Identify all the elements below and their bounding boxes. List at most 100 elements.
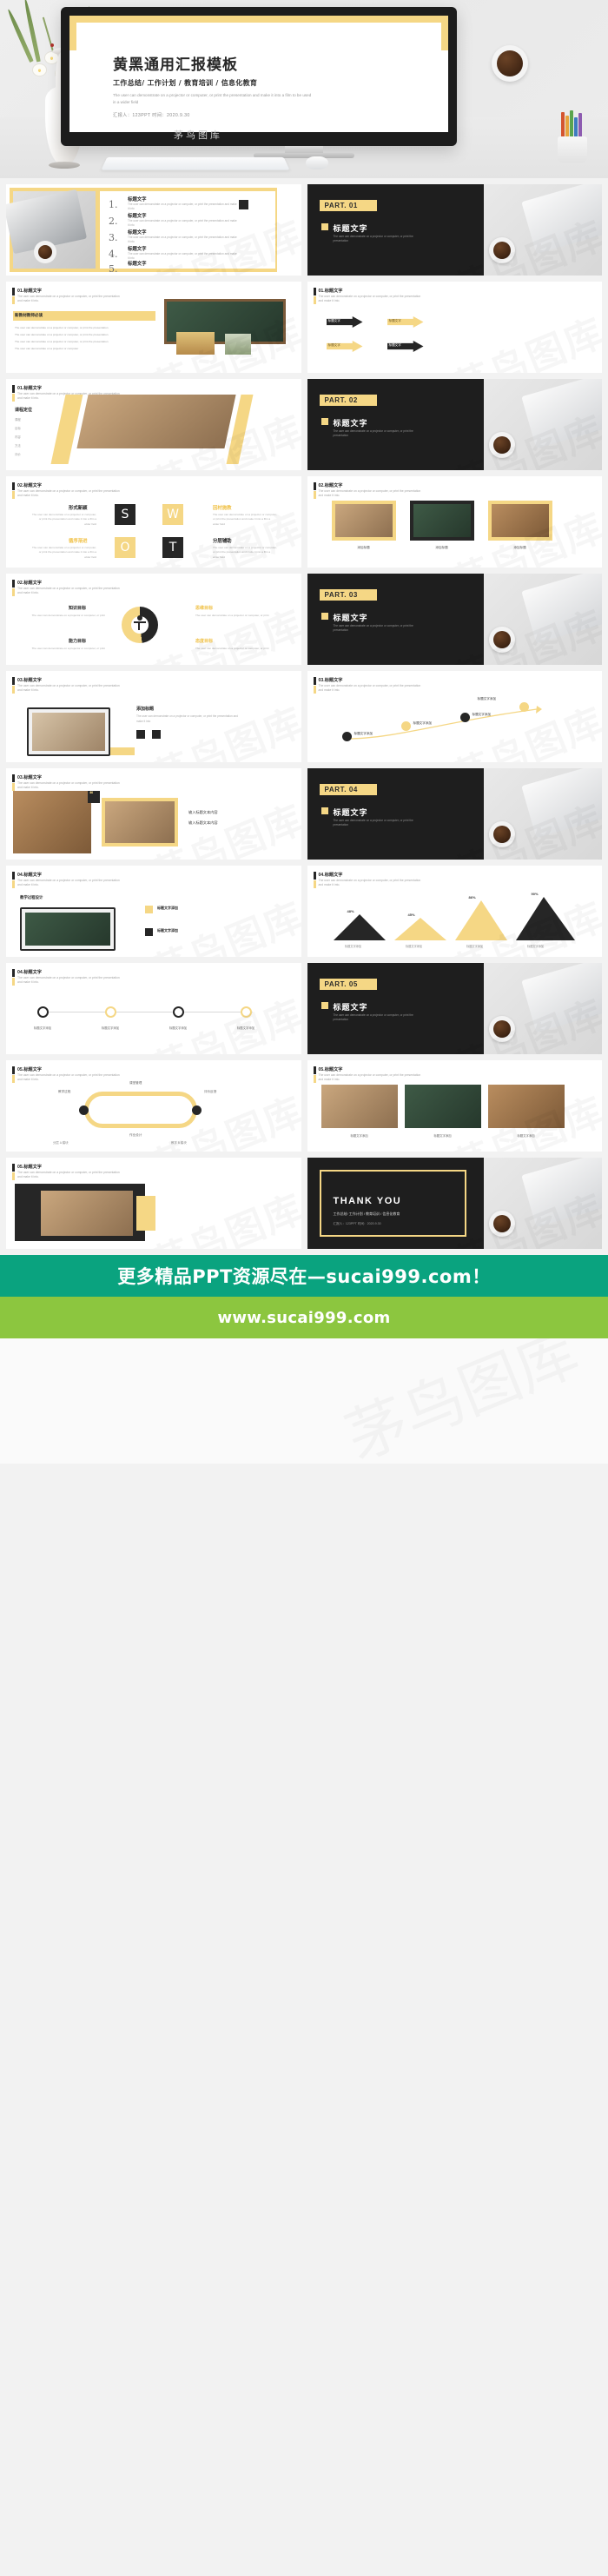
- slide-thumbnail[interactable]: 04.标题文字 The user can demonstrate on a pr…: [6, 866, 301, 957]
- chart-category: 标题文字添加: [344, 945, 362, 948]
- footer-url-banner[interactable]: www.sucai999.com: [0, 1297, 608, 1338]
- cover-subtitle: 工作总结/ 工作计划 / 教育培训 / 信息化教育: [113, 79, 258, 87]
- heading-title: 04.标题文字: [17, 873, 42, 878]
- thanks-meta: 汇报人：123PPT 时间：2020.9.30: [333, 1222, 381, 1225]
- photo-caption: 标题文字添加: [350, 1134, 368, 1138]
- monitor-screen: 黄黑通用汇报模板 工作总结/ 工作计划 / 教育培训 / 信息化教育 The u…: [69, 16, 448, 132]
- row-label: 目标: [15, 427, 21, 430]
- quote-line-1: 输入标题文本内容: [188, 810, 218, 814]
- cover-title: 黄黑通用汇报模板: [113, 56, 238, 74]
- slide-thumbnail[interactable]: 05.标题文字 The user can demonstrate on a pr…: [307, 1060, 602, 1152]
- watermark: 茅鸟图库: [331, 1338, 589, 1464]
- timeline-label: 标题文字添加: [169, 1026, 188, 1030]
- part-desc: The user can demonstrate on a projector …: [333, 819, 413, 827]
- caption: 标题文字添加: [157, 906, 178, 910]
- row-label: 课程: [15, 418, 21, 422]
- watermark: 茅鸟图库: [142, 886, 301, 957]
- slide-thumbnail[interactable]: 01.标题文字 The user can demonstrate on a pr…: [6, 282, 301, 373]
- slide-heading: 01.标题文字 The user can demonstrate on a pr…: [12, 288, 122, 304]
- goal-label: 思维目标: [195, 606, 214, 611]
- heading-title: 02.标题文字: [318, 483, 343, 488]
- slide-heading: 03.标题文字 The user can demonstrate on a pr…: [12, 677, 122, 694]
- photo-caption: 标题文字添加: [517, 1134, 535, 1138]
- slide-thumbnail[interactable]: 03.标题文字 The user can demonstrate on a pr…: [6, 671, 301, 762]
- heading-title: 05.标题文字: [17, 1165, 42, 1170]
- slide-thumbnail[interactable]: THANK YOU 工作总结/ 工作计划 / 教育培训 / 信息化教育 汇报人：…: [307, 1158, 602, 1249]
- slide-thumbnail[interactable]: PART. 05 标题文字 The user can demonstrate o…: [307, 963, 602, 1054]
- heading-title: 04.标题文字: [318, 873, 343, 878]
- loop-label: 课堂管理: [129, 1081, 142, 1085]
- heading-title: 01.标题文字: [17, 289, 42, 294]
- photo-caption: 标题文字添加: [433, 1134, 452, 1138]
- heading-title: 03.标题文字: [318, 678, 343, 683]
- step-label: 标题文字添加: [472, 713, 492, 716]
- goal-desc: The user can demonstrate on a projector …: [31, 647, 105, 650]
- heading-sub: The user can demonstrate on a projector …: [17, 684, 120, 693]
- list-item-desc: The user can demonstrate on a projector …: [128, 236, 237, 244]
- heading-title: 01.标题文字: [17, 386, 42, 391]
- photo-caption: 添加标题: [357, 546, 370, 549]
- goal-label: 能力目标: [69, 639, 87, 644]
- step-label: 标题文字添加: [413, 721, 433, 725]
- goal-label: 知识目标: [69, 606, 87, 611]
- slide-thumbnail[interactable]: 04.标题文字 The user can demonstrate on a pr…: [6, 963, 301, 1054]
- heading-title: 03.标题文字: [17, 775, 42, 780]
- loop-bottom-label: 分层 A 模块: [53, 1141, 69, 1145]
- chart-value: 86%: [468, 895, 476, 900]
- slide-thumbnail[interactable]: PART. 01 标题文字 The user can demonstrate o…: [307, 184, 602, 276]
- slide-thumbnail[interactable]: PART. 04 标题文字 The user can demonstrate o…: [307, 768, 602, 860]
- heading-sub: The user can demonstrate on a projector …: [17, 781, 120, 790]
- part-label: PART. 03: [324, 591, 358, 599]
- part-label: PART. 02: [324, 396, 358, 404]
- list-number: 2.: [109, 216, 118, 227]
- arrow-label-1: 标题文字: [327, 319, 340, 322]
- slide-thumbnail[interactable]: 01.标题文字 The user can demonstrate on a pr…: [6, 379, 301, 470]
- quote-icon: ❝: [89, 790, 94, 798]
- list-item-title: 标题文字: [128, 262, 147, 267]
- slide-thumbnail[interactable]: 05.标题文字 The user can demonstrate on a pr…: [6, 1158, 301, 1249]
- swot-desc-t: The user can demonstrate on a projector …: [213, 546, 277, 559]
- list-number: 5.: [109, 263, 118, 275]
- mouse-prop: [306, 156, 328, 169]
- goal-desc: The user can demonstrate on a projector …: [195, 647, 269, 650]
- swot-cell-o: O: [115, 537, 135, 558]
- arrow-label-3: 标题文字: [327, 343, 340, 347]
- slide-thumbnail[interactable]: PART. 02 标题文字 The user can demonstrate o…: [307, 379, 602, 470]
- loop-label: 作业设计: [129, 1133, 142, 1137]
- photo-caption: 添加标题: [435, 546, 448, 549]
- slide-thumbnail[interactable]: 03.标题文字 The user can demonstrate on a pr…: [6, 768, 301, 860]
- quote-line-2: 输入标题文本内容: [188, 820, 218, 825]
- slide-thumbnail[interactable]: 05.标题文字 The user can demonstrate on a pr…: [6, 1060, 301, 1152]
- slide-thumbnail[interactable]: 03.标题文字 The user can demonstrate on a pr…: [307, 671, 602, 762]
- heading-sub: The user can demonstrate on a projector …: [17, 879, 120, 887]
- watermark: 茅鸟图库: [142, 1178, 301, 1249]
- list-number: 1.: [109, 199, 118, 210]
- slide-heading: 05.标题文字 The user can demonstrate on a pr…: [313, 1066, 423, 1083]
- slide-thumbnail[interactable]: 01.标题文字 The user can demonstrate on a pr…: [307, 282, 602, 373]
- watermark: 茅鸟图库: [142, 983, 301, 1054]
- slide-thumbnail[interactable]: 02.标题文字 The user can demonstrate on a pr…: [6, 574, 301, 665]
- list-item-title: 标题文字: [128, 247, 147, 252]
- chart-category: 标题文字添加: [466, 945, 484, 948]
- hero-watermark: 茅鸟图库: [174, 129, 222, 141]
- heading-sub: The user can demonstrate on a projector …: [17, 295, 120, 303]
- slide-thumbnail[interactable]: 02.标题文字 The user can demonstrate on a pr…: [307, 476, 602, 568]
- chart-category: 标题文字添加: [526, 945, 545, 948]
- goal-desc: The user can demonstrate on a projector …: [195, 614, 269, 617]
- slide-thumbnail[interactable]: 02.标题文字 The user can demonstrate on a pr…: [6, 476, 301, 568]
- footer-promo-banner[interactable]: 更多精品PPT资源尽在—sucai999.com！: [0, 1255, 608, 1297]
- slide-heading: 03.标题文字 The user can demonstrate on a pr…: [313, 677, 423, 694]
- slide-thumbnail[interactable]: PART. 03 标题文字 The user can demonstrate o…: [307, 574, 602, 665]
- slide-heading: 01.标题文字 The user can demonstrate on a pr…: [313, 288, 423, 304]
- watermark: 茅鸟图库: [142, 691, 301, 762]
- slide-thumbnail[interactable]: 04.标题文字 The user can demonstrate on a pr…: [307, 866, 602, 957]
- slide-heading: 02.标题文字 The user can demonstrate on a pr…: [12, 580, 122, 596]
- list-number: 4.: [109, 249, 118, 260]
- list-item-title: 标题文字: [128, 214, 147, 219]
- timeline-label: 标题文字添加: [33, 1026, 52, 1030]
- heading-title: 02.标题文字: [17, 581, 42, 586]
- heading-title: 04.标题文字: [17, 970, 42, 975]
- swot-label-w: 因材施教: [213, 506, 232, 511]
- slide-thumbnail[interactable]: 1. 标题文字 The user can demonstrate on a pr…: [6, 184, 301, 276]
- cover-description: The user can demonstrate on a projector …: [113, 93, 312, 104]
